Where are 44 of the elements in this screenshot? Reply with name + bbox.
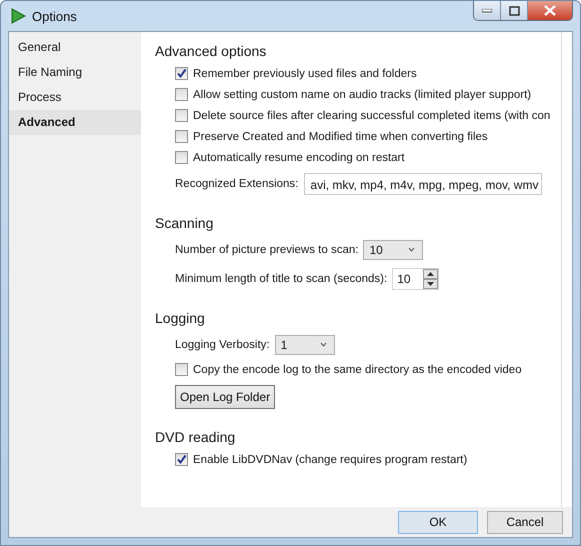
checkbox[interactable] [175,151,188,164]
checkbox[interactable] [175,453,188,466]
dropdown-label: Number of picture previews to scan: [175,244,358,256]
open-log-folder-button[interactable]: Open Log Folder [175,385,276,409]
checkbox[interactable] [175,88,188,101]
window-title: Options [32,8,77,24]
close-icon [544,5,556,16]
checkbox[interactable] [175,67,188,80]
dialog-button[interactable]: OK [398,510,478,534]
section-heading: Advanced options [155,42,268,61]
spinner-field[interactable]: 10 [392,268,440,290]
dropdown[interactable]: 10 [363,240,424,260]
play-icon [10,8,26,24]
extensions-field[interactable]: avi, mkv, mp4, m4v, mpg, mpeg, mov, wmv [304,173,542,195]
maximize-button[interactable] [501,1,528,20]
checkbox-label: Allow setting custom name on audio tracks (limited player support) [193,88,532,100]
sidebar-item[interactable]: General [9,35,141,60]
checkbox[interactable] [175,130,188,143]
spin-arrows-icon[interactable] [423,268,438,288]
dialog-button[interactable]: Cancel [487,510,563,534]
checkbox[interactable] [175,363,188,376]
spinner-label: Minimum length of title to scan (seconds): [175,272,388,284]
dropdown[interactable]: 1 [274,334,335,354]
checkbox-label: Automatically resume encoding on restart [193,152,405,164]
field-label: Recognized Extensions: [175,178,298,190]
close-button[interactable] [528,1,572,20]
maximize-icon [508,6,520,16]
checkbox-label: Copy the encode log to the same directory as the encoded video [193,364,522,376]
checkbox-label: Enable LibDVDNav (change requires program restart) [193,454,468,466]
minimize-icon [482,8,492,12]
checkbox-label: Preserve Created and Modified time when converting files [193,130,488,142]
section-heading: Scanning [155,214,214,233]
dropdown-label: Logging Verbosity: [175,338,270,350]
sidebar-item[interactable]: Advanced [9,110,141,135]
section-heading: Logging [155,309,206,328]
checkbox[interactable] [175,109,188,122]
chevron-down-icon [320,342,327,347]
checkbox-label: Remember previously used files and folders [193,68,417,80]
minimize-button[interactable] [474,1,501,20]
checkbox-label: Delete source files after clearing successful completed items (with con [193,110,550,122]
chevron-down-icon [408,247,416,252]
sidebar-item[interactable]: File Naming [9,60,141,85]
section-heading: DVD reading [155,428,236,447]
sidebar-item[interactable]: Process [9,85,141,110]
